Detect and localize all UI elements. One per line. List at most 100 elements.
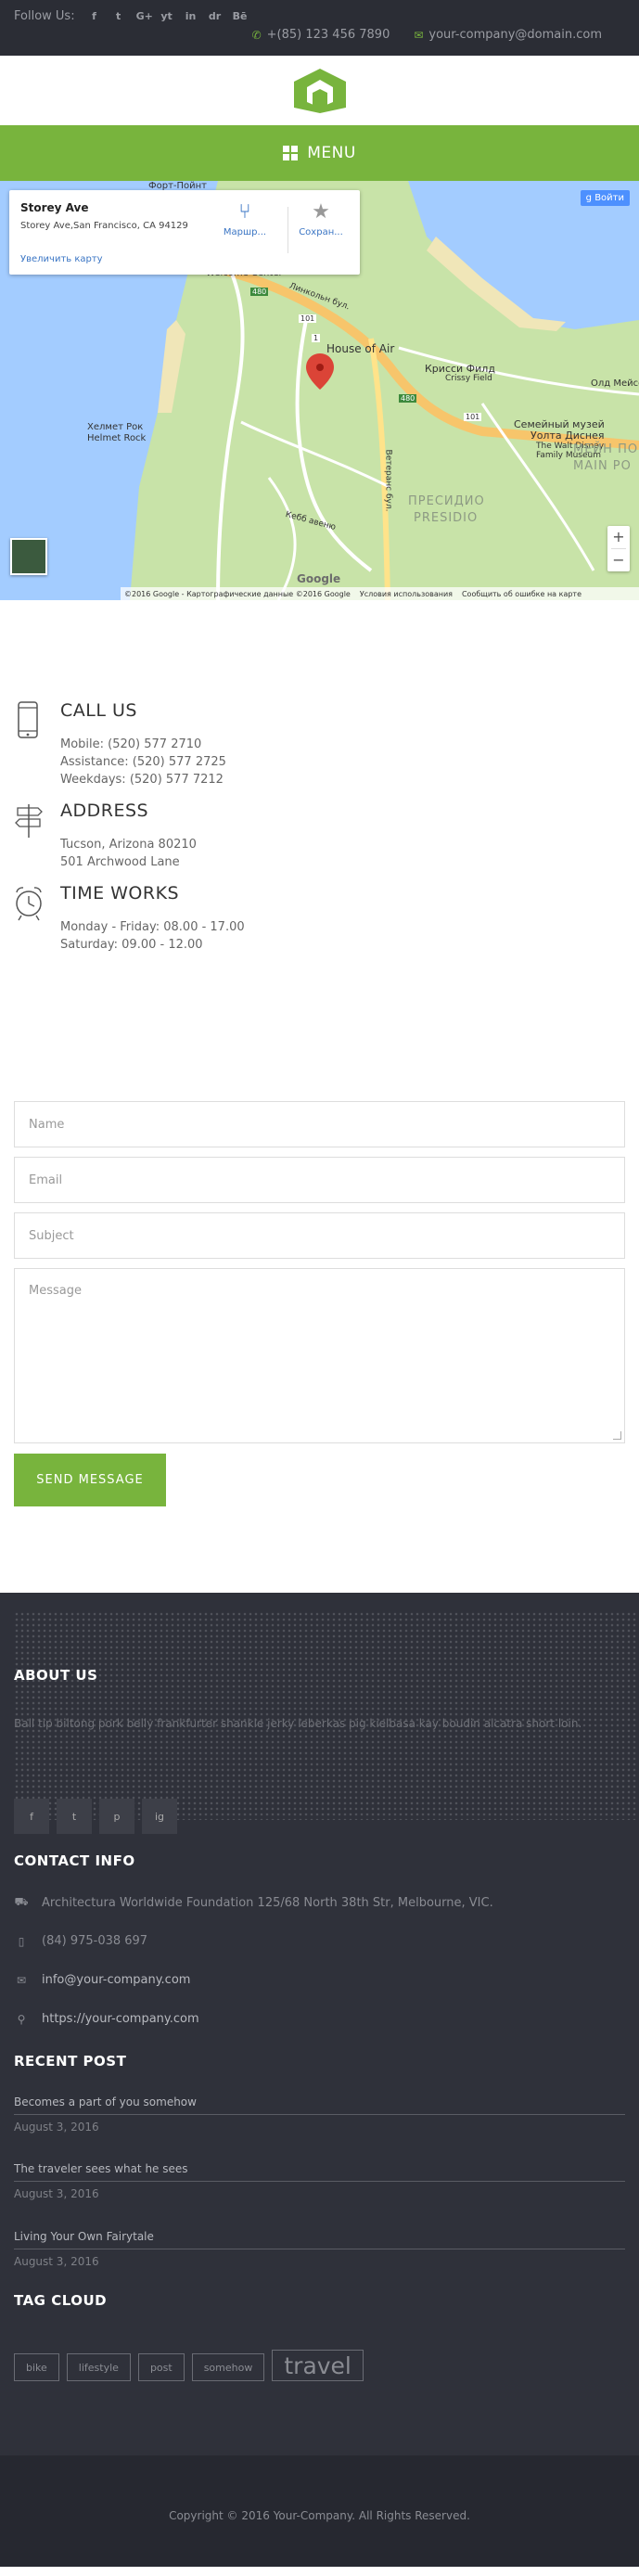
map-route-101-a: 101 (299, 314, 317, 323)
footer-email[interactable]: ✉ info@your-company.com (14, 1973, 190, 1987)
google-plus-icon[interactable]: G+ (136, 10, 153, 22)
footer-social: f t p ig (14, 1799, 177, 1834)
message-textarea[interactable]: Message (14, 1268, 625, 1443)
recent-post-item[interactable]: Becomes a part of you somehow August 3, … (14, 2095, 625, 2134)
satellite-toggle[interactable] (10, 538, 47, 575)
logo-icon[interactable] (290, 67, 350, 115)
map-terms-link[interactable]: Условия использования (360, 590, 453, 598)
call-assistance[interactable]: Assistance: (520) 577 2725 (60, 753, 226, 771)
mobile-phone-icon (18, 701, 38, 738)
map-route-480-b: 480 (399, 394, 417, 403)
zoom-out-button[interactable]: − (607, 549, 630, 571)
send-message-button[interactable]: SEND MESSAGE (14, 1454, 166, 1506)
map-label-veterans: Ветеранс бул. (383, 449, 393, 512)
envelope-icon: ✉ (16, 1973, 27, 1987)
about-us-text: Ball tip biltong pork belly frankfurter … (14, 1717, 582, 1730)
map-label-house-of-air: House of Air (326, 342, 395, 355)
map-route-101-b: 101 (464, 413, 482, 421)
menu-toggle[interactable]: MENU (0, 125, 639, 181)
map-copyright: ©2016 Google - Картографические данные ©… (124, 589, 351, 598)
map-report-link[interactable]: Сообщить об ошибке на карте (462, 590, 581, 598)
twitter-icon[interactable]: t (57, 1799, 92, 1834)
car-icon: ⛟ (14, 1895, 29, 1908)
post-date: August 3, 2016 (14, 2255, 99, 2268)
map-label-helmet-en: Helmet Rock (87, 433, 147, 443)
google-plus-icon: g (585, 193, 592, 203)
map-route-480-a: 480 (250, 288, 269, 296)
call-mobile[interactable]: Mobile: (520) 577 2710 (60, 736, 226, 753)
map-label-helmet-ru: Хелмет Рок (87, 422, 144, 432)
call-weekdays[interactable]: Weekdays: (520) 577 7212 (60, 771, 226, 788)
email-input[interactable]: Email (14, 1157, 625, 1203)
map-attribution: ©2016 Google - Картографические данные ©… (121, 587, 639, 600)
top-phone-text: +(85) 123 456 7890 (266, 28, 390, 42)
enlarge-map-link[interactable]: Увеличить карту (20, 254, 103, 264)
map-label-old-mason: Олд Мейсон (591, 378, 639, 389)
hours-saturday: Saturday: 09.00 - 12.00 (60, 938, 203, 952)
envelope-icon: ✉ (414, 28, 424, 42)
youtube-icon[interactable]: yt (160, 10, 173, 22)
recent-post-item[interactable]: The traveler sees what he sees August 3,… (14, 2162, 625, 2200)
dribbble-icon[interactable]: dr (209, 10, 222, 22)
recent-post-title: RECENT POST (14, 2053, 127, 2070)
top-email[interactable]: ✉ your-company@domain.com (414, 28, 602, 42)
social-follow: Follow Us: f t G+ yt in dr Bē (14, 9, 248, 23)
post-date: August 3, 2016 (14, 2121, 99, 2134)
facebook-icon[interactable]: f (88, 10, 101, 22)
hours-weekdays: Monday - Friday: 08.00 - 17.00 (60, 920, 245, 934)
pinterest-icon[interactable]: p (99, 1799, 134, 1834)
contact-form: Name Email Subject Message SEND MESSAGE (0, 1101, 639, 1593)
map-info-card: Storey Ave Storey Ave,San Francisco, CA … (9, 190, 360, 275)
signpost-icon (15, 804, 43, 838)
grid-icon (283, 146, 299, 160)
time-works-lines: Monday - Friday: 08.00 - 17.00 Saturday:… (60, 918, 245, 954)
footer-website[interactable]: ⚲ https://your-company.com (14, 2012, 199, 2026)
post-title[interactable]: Becomes a part of you somehow (14, 2095, 625, 2115)
copyright-text: Copyright © 2016 Your-Company. All Right… (169, 2509, 470, 2522)
tag-bike[interactable]: bike (14, 2353, 59, 2381)
facebook-icon[interactable]: f (14, 1799, 49, 1834)
contact-info-section: CALL US Mobile: (520) 577 2710 Assistanc… (0, 600, 639, 1101)
behance-icon[interactable]: Bē (233, 10, 248, 22)
tag-travel[interactable]: travel (272, 2350, 364, 2381)
save-place-button[interactable]: ★ Сохран... (293, 200, 349, 238)
map-label-main-post-ru: МЕЙН ПО (573, 442, 639, 456)
map-card-address: Storey Ave,San Francisco, CA 94129 (20, 221, 188, 231)
phone-icon: ✆ (251, 28, 262, 42)
subject-input[interactable]: Subject (14, 1212, 625, 1259)
twitter-icon[interactable]: t (112, 10, 125, 22)
map-login-button[interactable]: g Войти (580, 190, 630, 206)
instagram-icon[interactable]: ig (142, 1799, 177, 1834)
top-phone[interactable]: ✆ +(85) 123 456 7890 (252, 28, 390, 42)
tag-somehow[interactable]: somehow (191, 2353, 265, 2381)
address-title: ADDRESS (60, 801, 149, 821)
post-date: August 3, 2016 (14, 2187, 99, 2200)
follow-label: Follow Us: (14, 9, 75, 23)
name-input[interactable]: Name (14, 1101, 625, 1147)
star-icon: ★ (312, 200, 330, 224)
footer-phone[interactable]: ▯ (84) 975-038 697 (14, 1934, 147, 1948)
address-lines: Tucson, Arizona 80210 501 Archwood Lane (60, 836, 197, 871)
map-label-disney-ru2: Уолта Диснея (530, 429, 605, 442)
tag-lifestyle[interactable]: lifestyle (66, 2353, 131, 2381)
post-title[interactable]: The traveler sees what he sees (14, 2162, 625, 2182)
google-map[interactable]: Форт-Пойнт Welcome Center House of Air К… (0, 181, 639, 600)
map-route-1: 1 (312, 334, 321, 342)
map-label-main-post-en: MAIN PO (573, 459, 632, 473)
address-line-2: 501 Archwood Lane (60, 855, 180, 869)
tag-post[interactable]: post (137, 2353, 185, 2381)
post-title[interactable]: Living Your Own Fairytale (14, 2230, 625, 2249)
footer-address-text: Architectura Worldwide Foundation 125/68… (42, 1895, 493, 1910)
directions-button[interactable]: ⑂ Маршр... (217, 202, 273, 238)
recent-post-item[interactable]: Living Your Own Fairytale August 3, 2016 (14, 2230, 625, 2268)
map-label-presidio-ru: ПРЕСИДИО (408, 494, 485, 508)
footer-address: ⛟ Architectura Worldwide Foundation 125/… (14, 1895, 493, 1910)
map-pin-icon: ⚲ (17, 2012, 26, 2026)
map-label-presidio-en: PRESIDIO (414, 511, 479, 525)
zoom-in-button[interactable]: + (607, 526, 630, 548)
linkedin-icon[interactable]: in (185, 10, 198, 22)
map-card-title: Storey Ave (20, 201, 89, 214)
save-place-label: Сохран... (299, 227, 343, 237)
top-contacts: ✆ +(85) 123 456 7890 ✉ your-company@doma… (252, 28, 602, 42)
call-us-title: CALL US (60, 700, 137, 721)
